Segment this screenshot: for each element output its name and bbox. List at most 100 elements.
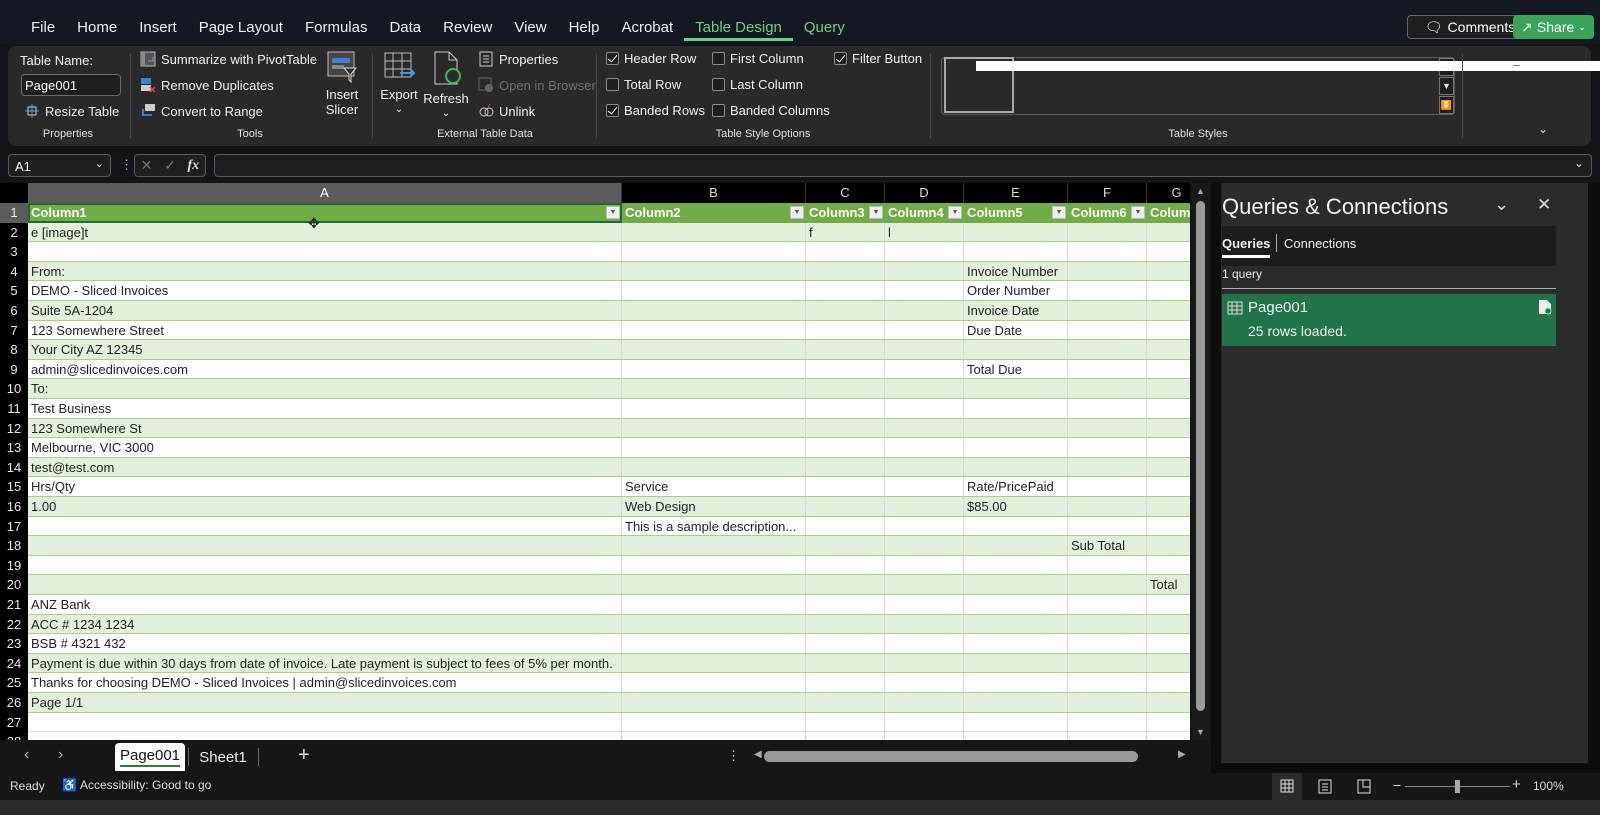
- cell[interactable]: [1147, 595, 1190, 615]
- cell[interactable]: [1147, 673, 1190, 693]
- cell[interactable]: [806, 418, 885, 439]
- cell[interactable]: [1068, 379, 1147, 399]
- cell[interactable]: [806, 614, 885, 635]
- cell[interactable]: [1068, 614, 1147, 635]
- cell[interactable]: [806, 457, 885, 478]
- cell[interactable]: [622, 418, 806, 439]
- row-header[interactable]: 9: [0, 359, 28, 380]
- cell[interactable]: [622, 595, 806, 615]
- ribbon-tab-home[interactable]: Home: [66, 19, 128, 41]
- cell[interactable]: Thanks for choosing DEMO - Sliced Invoic…: [28, 673, 622, 693]
- scrollbar-thumb[interactable]: [764, 751, 1138, 762]
- table-style-blue[interactable]: [1089, 61, 1600, 109]
- cell[interactable]: [1147, 281, 1190, 301]
- ribbon-tab-insert[interactable]: Insert: [128, 19, 188, 41]
- table-style-green[interactable]: [944, 57, 1600, 113]
- cell[interactable]: [1068, 281, 1147, 301]
- cell[interactable]: [28, 536, 622, 556]
- cell[interactable]: [622, 301, 806, 321]
- cell[interactable]: [28, 555, 622, 576]
- cell[interactable]: [622, 261, 806, 282]
- cell[interactable]: [964, 536, 1068, 556]
- row-header[interactable]: 5: [0, 281, 28, 301]
- row-header[interactable]: 1: [0, 203, 28, 223]
- more-options-icon[interactable]: ⋮: [120, 157, 133, 173]
- resize-table-button[interactable]: Resize Table: [24, 103, 119, 119]
- filter-dropdown-button[interactable]: ▼: [869, 206, 883, 219]
- add-sheet-button[interactable]: +: [298, 744, 310, 767]
- zoom-out-button[interactable]: −: [1393, 777, 1401, 793]
- cell[interactable]: BSB # 4321 432: [28, 634, 622, 654]
- previous-sheet-icon[interactable]: ‹: [24, 746, 29, 764]
- select-all-button[interactable]: [0, 183, 28, 203]
- cell[interactable]: [885, 320, 964, 341]
- cell[interactable]: [806, 595, 885, 615]
- table-style-light-blue[interactable]: [1371, 61, 1600, 109]
- cell[interactable]: [885, 359, 964, 380]
- cell[interactable]: [806, 242, 885, 262]
- cell[interactable]: admin@slicedinvoices.com: [28, 359, 622, 380]
- cell[interactable]: [1068, 595, 1147, 615]
- filter-dropdown-button[interactable]: ▼: [948, 206, 962, 219]
- name-box[interactable]: A1 ⌄: [8, 154, 111, 177]
- cell[interactable]: Payment is due within 30 days from date …: [28, 653, 622, 674]
- cell[interactable]: $85.00: [964, 497, 1068, 517]
- cell[interactable]: Test Business: [28, 399, 622, 419]
- cell[interactable]: [885, 399, 964, 419]
- cell[interactable]: [885, 732, 964, 740]
- column-header-g[interactable]: G: [1147, 183, 1190, 203]
- collapse-ribbon-icon[interactable]: ⌄: [1538, 122, 1548, 136]
- cell[interactable]: [622, 536, 806, 556]
- ribbon-tab-help[interactable]: Help: [558, 19, 611, 41]
- tab-queries[interactable]: Queries: [1222, 236, 1271, 258]
- zoom-level[interactable]: 100%: [1533, 779, 1564, 793]
- checkbox[interactable]: [712, 104, 725, 117]
- row-header[interactable]: 7: [0, 320, 28, 341]
- cell[interactable]: Your City AZ 12345: [28, 340, 622, 360]
- scroll-up-icon[interactable]: ▲: [1196, 186, 1205, 196]
- cell[interactable]: From:: [28, 261, 622, 282]
- cell[interactable]: [964, 712, 1068, 733]
- cell[interactable]: Web Design: [622, 497, 806, 517]
- zoom-slider-thumb[interactable]: [1455, 780, 1460, 793]
- insert-function-icon[interactable]: fx: [187, 158, 199, 174]
- row-header[interactable]: 3: [0, 242, 28, 262]
- cell[interactable]: [806, 712, 885, 733]
- unlink-button[interactable]: Unlink: [478, 103, 535, 119]
- cell[interactable]: [964, 242, 1068, 262]
- cell[interactable]: Rate/PricePaid: [964, 477, 1068, 497]
- column-header-e[interactable]: E: [964, 183, 1068, 203]
- query-item[interactable]: Page001 25 rows loaded.: [1222, 294, 1556, 346]
- cell[interactable]: [964, 399, 1068, 419]
- insert-slicer-button[interactable]: Insert Slicer: [320, 50, 364, 117]
- cell[interactable]: [885, 712, 964, 733]
- cell[interactable]: [806, 340, 885, 360]
- cell[interactable]: Total: [1147, 575, 1190, 595]
- cell[interactable]: [806, 379, 885, 399]
- cell[interactable]: [885, 555, 964, 576]
- ribbon-tab-file[interactable]: File: [20, 19, 66, 41]
- first-column-checkbox[interactable]: First Column: [712, 51, 804, 66]
- cell[interactable]: [1068, 555, 1147, 576]
- cell[interactable]: [885, 438, 964, 458]
- cell[interactable]: [1068, 438, 1147, 458]
- cell[interactable]: Total Due: [964, 359, 1068, 380]
- cell[interactable]: [622, 379, 806, 399]
- row-header[interactable]: 10: [0, 379, 28, 399]
- cell[interactable]: [1068, 712, 1147, 733]
- table-style-black[interactable]: [1019, 61, 1600, 109]
- cell[interactable]: [1068, 301, 1147, 321]
- cell[interactable]: DEMO - Sliced Invoices: [28, 281, 622, 301]
- cell[interactable]: [885, 575, 964, 595]
- cell[interactable]: [964, 516, 1068, 537]
- cell[interactable]: [964, 379, 1068, 399]
- table-style-gold[interactable]: [1301, 61, 1600, 109]
- table-style-gray[interactable]: [1230, 61, 1600, 109]
- cell[interactable]: Invoice Date: [964, 301, 1068, 321]
- cell[interactable]: [622, 438, 806, 458]
- scroll-left-icon[interactable]: ◀: [754, 749, 762, 760]
- filter-dropdown-button[interactable]: ▼: [606, 206, 620, 219]
- scrollbar-thumb[interactable]: [1196, 201, 1205, 711]
- refresh-button[interactable]: Refresh ⌄: [422, 50, 470, 121]
- checkbox[interactable]: [834, 52, 847, 65]
